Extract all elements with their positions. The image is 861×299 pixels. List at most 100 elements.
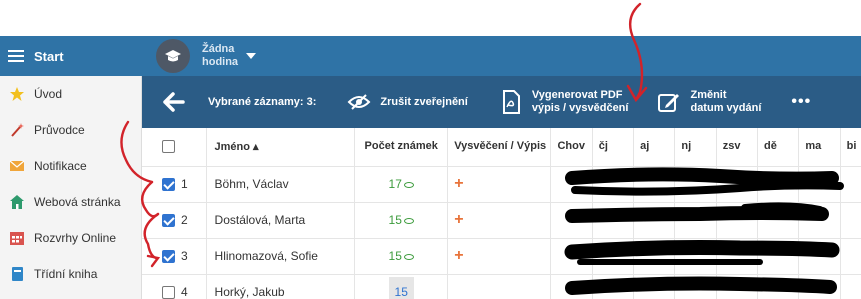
- column-header-subject[interactable]: nj: [674, 128, 717, 167]
- students-table: Jméno ▴ Počet známek Vysvěčení / Výpis C…: [142, 128, 861, 299]
- report-cell[interactable]: [447, 274, 552, 299]
- calendar-icon: [8, 229, 26, 247]
- row-select-cell: 1: [142, 166, 207, 203]
- grade-cell: [757, 202, 800, 239]
- table-row[interactable]: 3 Hlinomazová, Sofie 15 +: [142, 238, 861, 275]
- student-name[interactable]: Böhm, Václav: [206, 166, 356, 203]
- student-name[interactable]: Hlinomazová, Sofie: [206, 238, 356, 275]
- column-header-subject[interactable]: čj: [592, 128, 635, 167]
- sidebar-item-uvod[interactable]: Úvod: [0, 76, 141, 112]
- eye-icon: [403, 181, 414, 188]
- grade-cell: [550, 166, 593, 203]
- unpublish-button[interactable]: Zrušit zveřejnění: [346, 89, 468, 115]
- sidebar-item-label: Notifikace: [34, 159, 87, 173]
- row-number: 4: [181, 284, 188, 299]
- eye-slash-icon: [346, 89, 372, 115]
- graduation-cap-icon[interactable]: [156, 39, 190, 73]
- grade-count-cell[interactable]: 15: [354, 238, 449, 275]
- grade-cell: [798, 274, 841, 299]
- more-options-button[interactable]: •••: [791, 93, 811, 111]
- select-all-checkbox[interactable]: [162, 140, 175, 153]
- chevron-down-icon[interactable]: [246, 53, 257, 59]
- generate-pdf-button[interactable]: Vygenerovat PDF výpis / vysvědčení: [498, 89, 628, 115]
- sidebar-item-rozvrhy-online[interactable]: Rozvrhy Online: [0, 220, 141, 256]
- row-checkbox[interactable]: [162, 178, 175, 192]
- column-header-subject[interactable]: bi: [840, 128, 861, 167]
- grade-cell: [592, 238, 635, 275]
- sidebar: Úvod Průvodce Notifikace Webová stránka …: [0, 76, 142, 299]
- grade-cell: [592, 166, 635, 203]
- top-header: Žádna hodina: [142, 36, 861, 76]
- column-header-subject[interactable]: dě: [757, 128, 800, 167]
- eye-icon: [403, 253, 414, 260]
- envelope-icon: [8, 157, 26, 175]
- grade-cell: [592, 274, 635, 299]
- grade-count: 15: [388, 277, 414, 299]
- grade-cell: [798, 166, 841, 203]
- grade-cell: [550, 238, 593, 275]
- grade-count-cell[interactable]: 15: [354, 202, 449, 239]
- change-date-label: Změnit datum vydání: [690, 89, 761, 115]
- add-report-plus-icon[interactable]: +: [454, 247, 463, 264]
- grade-cell: [633, 238, 676, 275]
- column-header-subject[interactable]: zsv: [716, 128, 759, 167]
- grade-cell: [757, 238, 800, 275]
- selection-action-bar: Vybrané záznamy: 3: Zrušit zveřejnění Vy…: [142, 76, 861, 128]
- pdf-file-icon: [498, 89, 524, 115]
- table-header-row: Jméno ▴ Počet známek Vysvěčení / Výpis C…: [142, 128, 861, 167]
- student-name[interactable]: Dostálová, Marta: [206, 202, 356, 239]
- sidebar-item-label: Třídní kniha: [34, 267, 98, 281]
- grade-cell: [674, 238, 717, 275]
- selected-records-label: Vybrané záznamy: 3:: [208, 96, 317, 108]
- star-icon: [8, 85, 26, 103]
- change-issue-date-button[interactable]: Změnit datum vydání: [656, 89, 761, 115]
- start-label: Start: [34, 48, 64, 64]
- column-header-report[interactable]: Vysvěčení / Výpis: [447, 128, 552, 167]
- sidebar-item-webova-stranka[interactable]: Webová stránka: [0, 184, 141, 220]
- column-header-subject[interactable]: Chov: [550, 128, 593, 167]
- grade-cell: [674, 166, 717, 203]
- grade-cell: [716, 166, 759, 203]
- magic-wand-icon: [8, 121, 26, 139]
- report-cell[interactable]: +: [447, 238, 552, 275]
- table-row[interactable]: 4 Horký, Jakub 15: [142, 274, 861, 299]
- sidebar-item-notifikace[interactable]: Notifikace: [0, 148, 141, 184]
- column-header-name[interactable]: Jméno ▴: [206, 128, 356, 167]
- grade-cell: [550, 274, 593, 299]
- row-checkbox[interactable]: [162, 286, 175, 299]
- student-name[interactable]: Horký, Jakub: [206, 274, 356, 299]
- table-row[interactable]: 2 Dostálová, Marta 15 +: [142, 202, 861, 239]
- add-report-plus-icon[interactable]: +: [454, 175, 463, 192]
- column-header-subject[interactable]: aj: [633, 128, 676, 167]
- grade-count-cell[interactable]: 17: [354, 166, 449, 203]
- sidebar-item-label: Průvodce: [34, 123, 85, 137]
- row-checkbox[interactable]: [162, 250, 175, 264]
- back-arrow-icon[interactable]: [162, 90, 186, 114]
- grade-cell: [840, 274, 861, 299]
- grade-count-cell[interactable]: 15: [354, 274, 449, 299]
- start-menu-button[interactable]: Start: [0, 36, 142, 76]
- row-checkbox[interactable]: [162, 214, 175, 228]
- row-select-cell: 3: [142, 238, 207, 275]
- column-header-subject[interactable]: ma: [798, 128, 841, 167]
- report-cell[interactable]: +: [447, 166, 552, 203]
- hour-line-1: Žádna: [202, 43, 235, 55]
- grade-cell: [592, 202, 635, 239]
- grade-cell: [716, 274, 759, 299]
- sidebar-item-tridni-kniha[interactable]: Třídní kniha: [0, 256, 141, 292]
- sidebar-item-label: Webová stránka: [34, 195, 121, 209]
- top-blank-strip: [0, 0, 861, 36]
- current-hour-selector[interactable]: Žádna hodina: [202, 43, 238, 69]
- report-cell[interactable]: +: [447, 202, 552, 239]
- add-report-plus-icon[interactable]: +: [454, 211, 463, 228]
- row-select-cell: 4: [142, 274, 207, 299]
- pdf-label-line-1: Vygenerovat PDF: [531, 89, 623, 101]
- grade-cell: [757, 166, 800, 203]
- book-icon: [8, 265, 26, 283]
- grade-cell: [840, 202, 861, 239]
- table-row[interactable]: 1 Böhm, Václav 17 +: [142, 166, 861, 203]
- column-header-count[interactable]: Počet známek: [354, 128, 449, 167]
- sidebar-item-label: Rozvrhy Online: [34, 231, 117, 245]
- sidebar-item-pruvodce[interactable]: Průvodce: [0, 112, 141, 148]
- house-icon: [8, 193, 26, 211]
